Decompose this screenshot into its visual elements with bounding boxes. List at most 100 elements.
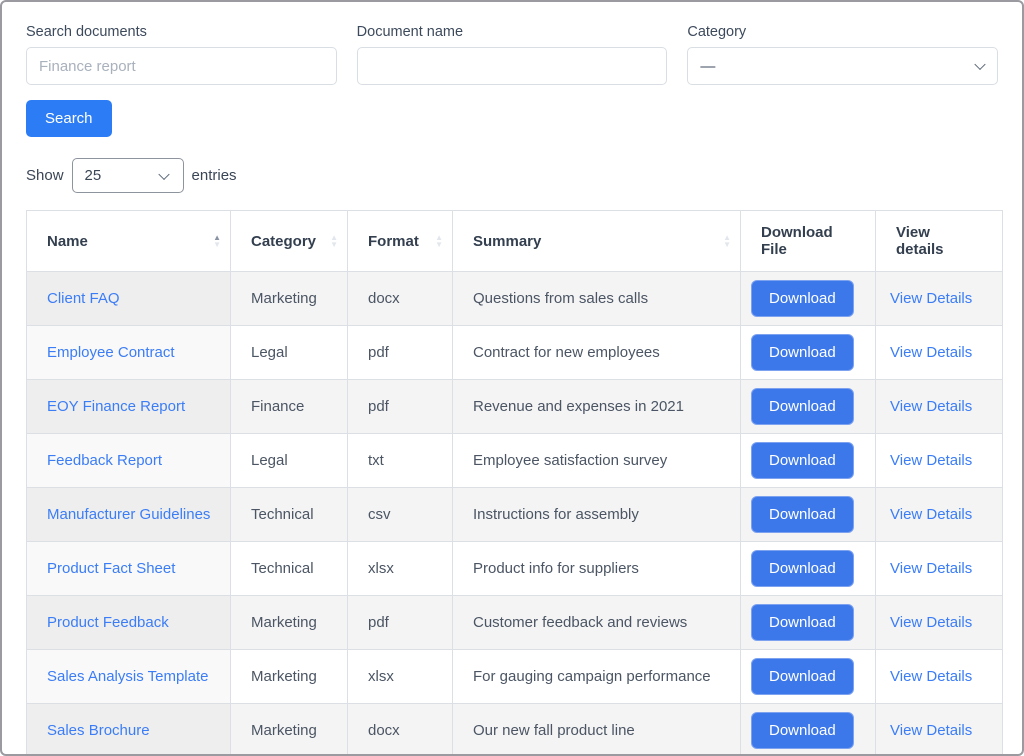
download-button[interactable]: Download [751,280,854,317]
view-details-link[interactable]: View Details [890,344,972,361]
category-select[interactable]: — [687,47,998,85]
format-cell: pdf [348,326,453,380]
document-name-link[interactable]: Client FAQ [47,290,120,307]
search-button[interactable]: Search [26,100,112,137]
document-name-link[interactable]: Sales Analysis Template [47,668,208,685]
category-cell: Legal [231,326,348,380]
sort-icon: ▲▼ [330,234,338,248]
view-details-cell: View Details [876,596,1003,650]
document-name-link[interactable]: Feedback Report [47,452,162,469]
summary-cell: Questions from sales calls [453,272,741,326]
view-details-link[interactable]: View Details [890,722,972,739]
table-row: Sales Brochure Marketing docx Our new fa… [27,704,1003,756]
document-name-link[interactable]: Sales Brochure [47,722,150,739]
documents-table: Name ▲▼ Category ▲▼ Format ▲▼ Summary ▲▼ [26,210,1003,756]
entries-label: entries [192,167,237,184]
name-cell: Product Feedback [27,596,231,650]
show-label: Show [26,167,64,184]
column-header-label: Name [47,233,88,250]
view-details-link[interactable]: View Details [890,452,972,469]
category-cell: Marketing [231,650,348,704]
view-details-cell: View Details [876,650,1003,704]
column-header-summary[interactable]: Summary ▲▼ [453,211,741,272]
name-cell: Client FAQ [27,272,231,326]
download-button[interactable]: Download [751,550,854,587]
category-cell: Marketing [231,272,348,326]
category-cell: Legal [231,434,348,488]
page-content: Search documents Document name Category … [2,2,1022,756]
view-details-cell: View Details [876,488,1003,542]
summary-cell: Revenue and expenses in 2021 [453,380,741,434]
column-header-name[interactable]: Name ▲▼ [27,211,231,272]
name-cell: EOY Finance Report [27,380,231,434]
summary-cell: Our new fall product line [453,704,741,756]
download-cell: Download [741,326,876,380]
download-cell: Download [741,650,876,704]
view-details-link[interactable]: View Details [890,506,972,523]
view-details-cell: View Details [876,326,1003,380]
view-details-link[interactable]: View Details [890,398,972,415]
column-header-label: Summary [473,233,541,250]
document-name-link[interactable]: Employee Contract [47,344,175,361]
name-cell: Employee Contract [27,326,231,380]
document-name-link[interactable]: Product Feedback [47,614,169,631]
page-size-select[interactable]: 25 [72,158,184,193]
view-details-link[interactable]: View Details [890,614,972,631]
document-name-link[interactable]: EOY Finance Report [47,398,185,415]
view-details-cell: View Details [876,704,1003,756]
view-details-link[interactable]: View Details [890,560,972,577]
download-button[interactable]: Download [751,658,854,695]
download-button[interactable]: Download [751,712,854,749]
table-header: Name ▲▼ Category ▲▼ Format ▲▼ Summary ▲▼ [27,211,1003,272]
format-cell: xlsx [348,542,453,596]
view-details-cell: View Details [876,272,1003,326]
download-button[interactable]: Download [751,604,854,641]
document-name-label: Document name [357,24,668,40]
summary-cell: Customer feedback and reviews [453,596,741,650]
download-button[interactable]: Download [751,442,854,479]
download-button[interactable]: Download [751,496,854,533]
view-details-link[interactable]: View Details [890,290,972,307]
search-documents-label: Search documents [26,24,337,40]
document-name-input[interactable] [357,47,668,85]
sort-icon: ▲▼ [723,234,731,248]
summary-cell: Product info for suppliers [453,542,741,596]
table-row: Employee Contract Legal pdf Contract for… [27,326,1003,380]
summary-cell: Instructions for assembly [453,488,741,542]
category-cell: Finance [231,380,348,434]
document-name-link[interactable]: Manufacturer Guidelines [47,506,210,523]
column-header-format[interactable]: Format ▲▼ [348,211,453,272]
format-cell: pdf [348,380,453,434]
search-documents-input[interactable] [26,47,337,85]
entries-control: Show 25 entries [26,158,998,193]
download-cell: Download [741,380,876,434]
table-row: Client FAQ Marketing docx Questions from… [27,272,1003,326]
table-row: EOY Finance Report Finance pdf Revenue a… [27,380,1003,434]
summary-cell: For gauging campaign performance [453,650,741,704]
download-cell: Download [741,542,876,596]
table-header-row: Name ▲▼ Category ▲▼ Format ▲▼ Summary ▲▼ [27,211,1003,272]
view-details-link[interactable]: View Details [890,668,972,685]
column-header-view-details: View details [876,211,1003,272]
table-row: Product Fact Sheet Technical xlsx Produc… [27,542,1003,596]
download-cell: Download [741,434,876,488]
table-row: Product Feedback Marketing pdf Customer … [27,596,1003,650]
category-cell: Technical [231,488,348,542]
category-cell: Marketing [231,704,348,756]
document-name-field: Document name [357,24,668,85]
name-cell: Sales Analysis Template [27,650,231,704]
column-header-category[interactable]: Category ▲▼ [231,211,348,272]
format-cell: docx [348,704,453,756]
table-row: Feedback Report Legal txt Employee satis… [27,434,1003,488]
download-cell: Download [741,488,876,542]
name-cell: Sales Brochure [27,704,231,756]
category-cell: Technical [231,542,348,596]
format-cell: pdf [348,596,453,650]
view-details-cell: View Details [876,542,1003,596]
format-cell: docx [348,272,453,326]
page-frame: Search documents Document name Category … [0,0,1024,756]
view-details-cell: View Details [876,434,1003,488]
download-button[interactable]: Download [751,388,854,425]
document-name-link[interactable]: Product Fact Sheet [47,560,175,577]
download-button[interactable]: Download [751,334,854,371]
